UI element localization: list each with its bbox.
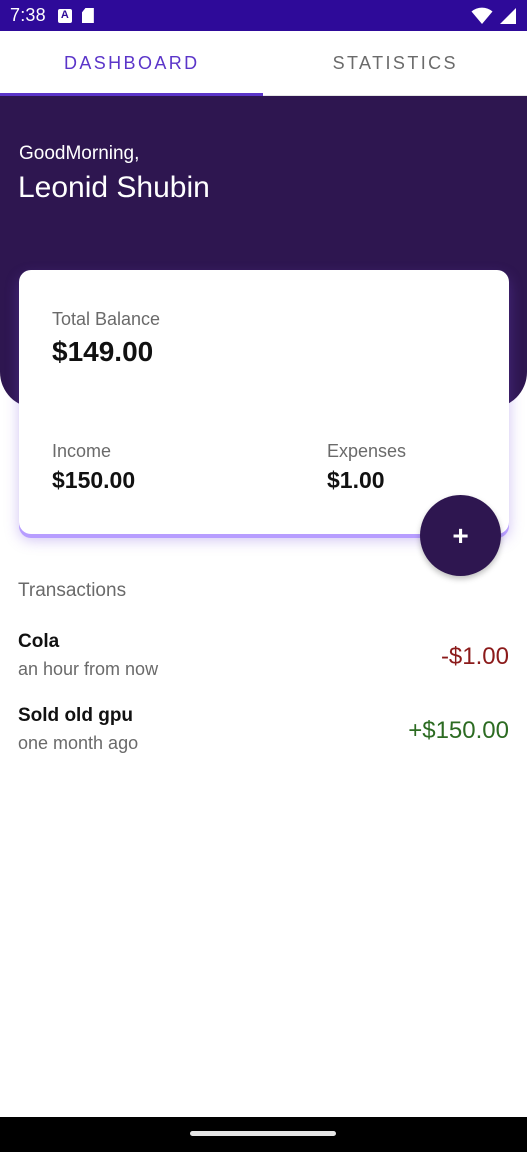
wifi-icon bbox=[471, 7, 493, 24]
greeting-text: GoodMorning, bbox=[19, 143, 140, 164]
transaction-time: an hour from now bbox=[18, 659, 159, 679]
expenses-value: $1.00 bbox=[327, 467, 385, 493]
sd-card-icon bbox=[81, 8, 94, 23]
system-nav-bar bbox=[0, 1117, 527, 1152]
signal-icon bbox=[500, 7, 516, 24]
tab-bar: DASHBOARD STATISTICS bbox=[0, 31, 527, 96]
home-gesture-handle[interactable] bbox=[190, 1131, 336, 1136]
a-notification-icon bbox=[57, 8, 72, 23]
transaction-amount: +$150.00 bbox=[408, 717, 509, 744]
tab-dashboard[interactable]: DASHBOARD bbox=[0, 31, 264, 95]
transaction-amount: -$1.00 bbox=[440, 643, 509, 670]
transaction-row[interactable]: Cola an hour from now -$1.00 bbox=[0, 628, 527, 702]
status-bar: 7:38 bbox=[0, 0, 527, 31]
income-value: $150.00 bbox=[52, 467, 136, 493]
status-time: 7:38 bbox=[10, 5, 46, 25]
transaction-time: one month ago bbox=[18, 733, 139, 753]
transactions-title: Transactions bbox=[18, 580, 127, 601]
status-right bbox=[471, 7, 517, 25]
app-screen: 7:38 DASHBOARD STATISTICS GoodMorning, L… bbox=[0, 0, 527, 1152]
tab-statistics[interactable]: STATISTICS bbox=[264, 31, 527, 95]
expenses-label: Expenses bbox=[327, 441, 407, 461]
balance-card: Total Balance $149.00 Income $150.00 Exp… bbox=[19, 270, 509, 534]
tab-statistics-label: STATISTICS bbox=[332, 52, 458, 73]
plus-icon: + bbox=[452, 519, 469, 551]
total-balance-value: $149.00 bbox=[52, 336, 154, 367]
transaction-row[interactable]: Sold old gpu one month ago +$150.00 bbox=[0, 702, 527, 776]
income-label: Income bbox=[52, 441, 112, 461]
tab-dashboard-label: DASHBOARD bbox=[63, 52, 200, 73]
transaction-name: Sold old gpu bbox=[18, 705, 134, 726]
transaction-name: Cola bbox=[18, 631, 60, 652]
add-transaction-button[interactable]: + bbox=[420, 495, 501, 576]
total-balance-label: Total Balance bbox=[52, 309, 161, 329]
user-name: Leonid Shubin bbox=[18, 171, 210, 204]
